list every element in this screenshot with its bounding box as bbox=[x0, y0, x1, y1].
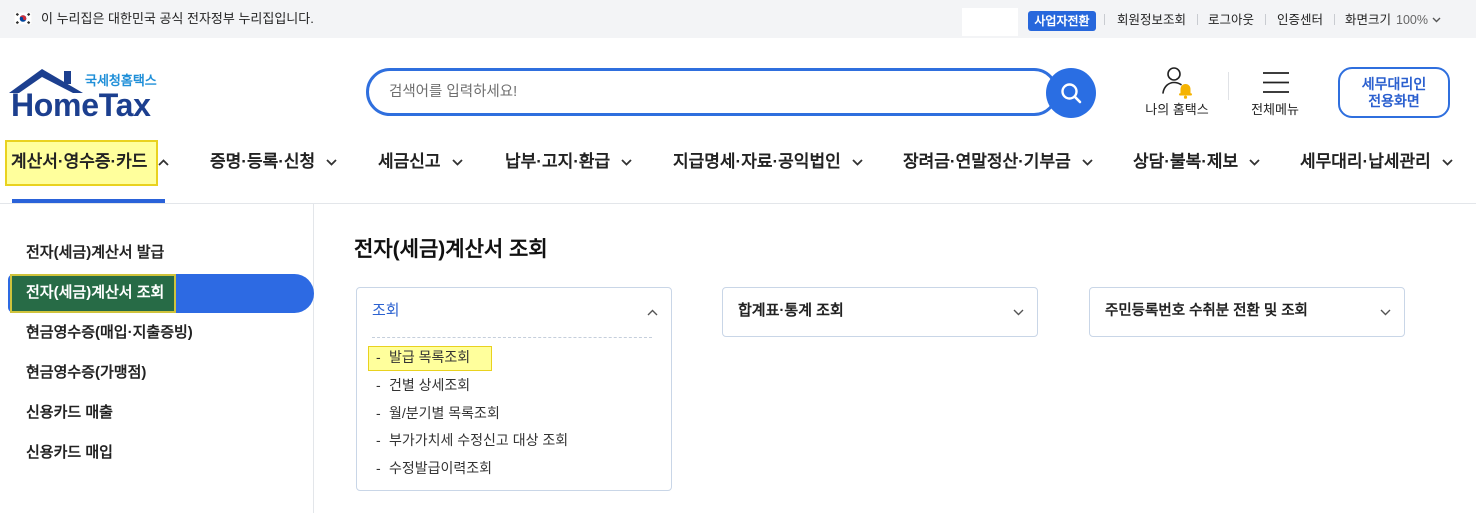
chevron-up-icon bbox=[158, 158, 170, 166]
sidebar-item-credit-card-sales[interactable]: 신용카드 매출 bbox=[0, 403, 313, 423]
sidebar-item-credit-card-purchase[interactable]: 신용카드 매입 bbox=[0, 443, 313, 463]
panel-title: 조회 bbox=[372, 302, 400, 319]
dashed-divider bbox=[372, 337, 652, 338]
hamburger-menu-icon bbox=[1263, 72, 1289, 93]
sidebar-item-cash-receipt-merchant[interactable]: 현금영수증(가맹점) bbox=[0, 363, 313, 383]
sidebar-item-label: 전자(세금)계산서 발급 bbox=[26, 244, 165, 261]
chevron-down-icon bbox=[1249, 158, 1260, 166]
chevron-down-icon bbox=[1442, 158, 1453, 166]
chevron-up-icon bbox=[647, 309, 658, 316]
page-title: 전자(세금)계산서 조회 bbox=[354, 238, 548, 261]
gnb-active-indicator bbox=[12, 199, 165, 203]
gnb-item-label: 장려금·연말정산·기부금 bbox=[903, 152, 1071, 171]
gnb-item-label: 지급명세·자료·공익법인 bbox=[673, 152, 841, 171]
list-item-monthly-quarterly[interactable]: 월/분기별 목록조회 bbox=[376, 404, 500, 422]
chevron-down-icon bbox=[451, 158, 463, 166]
search-button[interactable] bbox=[1046, 68, 1096, 118]
gnb-item-certificate[interactable]: 증명·등록·신청 bbox=[210, 151, 337, 173]
korea-flag-icon bbox=[14, 12, 32, 25]
my-hometax-button[interactable]: 나의 홈택스 bbox=[1140, 64, 1214, 120]
hometax-logo[interactable]: 국세청홈택스 HomeTax bbox=[9, 66, 161, 123]
agent-button-line1: 세무대리인 bbox=[1361, 75, 1427, 92]
logo-title: HomeTax bbox=[11, 87, 151, 123]
sidebar-item-etax-invoice-inquiry[interactable]: 전자(세금)계산서 조회 bbox=[0, 283, 313, 303]
gnb-item-label: 세무대리·납세관리 bbox=[1300, 152, 1431, 171]
chevron-down-icon bbox=[1432, 17, 1441, 23]
chevron-down-icon bbox=[852, 158, 863, 166]
panel-title: 주민등록번호 수취분 전환 및 조회 bbox=[1105, 303, 1308, 319]
resident-number-panel: 주민등록번호 수취분 전환 및 조회 bbox=[1089, 287, 1405, 337]
gnb-item-label: 납부·고지·환급 bbox=[505, 152, 611, 171]
business-switch-button[interactable]: 사업자전환 bbox=[1028, 11, 1096, 31]
inquiry-panel: 조회 발급 목록조회 건별 상세조회 월/분기별 목록조회 부가가치세 수정신고… bbox=[356, 287, 672, 491]
gnb-item-tax-agent[interactable]: 세무대리·납세관리 bbox=[1300, 151, 1453, 173]
divider bbox=[1197, 14, 1198, 25]
user-bell-icon bbox=[1162, 67, 1192, 99]
sidebar-item-label: 전자(세금)계산서 조회 bbox=[26, 284, 165, 301]
cert-center-link[interactable]: 인증센터 bbox=[1277, 12, 1323, 28]
panel-header-summary-stats[interactable]: 합계표·통계 조회 bbox=[723, 288, 1037, 336]
agent-button-line2: 전용화면 bbox=[1368, 92, 1420, 109]
member-info-link[interactable]: 회원정보조회 bbox=[1117, 12, 1186, 28]
gnb-item-label: 세금신고 bbox=[378, 152, 441, 171]
logout-link[interactable]: 로그아웃 bbox=[1208, 12, 1254, 28]
summary-stats-panel: 합계표·통계 조회 bbox=[722, 287, 1038, 337]
divider bbox=[1334, 14, 1335, 25]
sidebar-item-label: 현금영수증(가맹점) bbox=[26, 364, 147, 381]
gnb-item-invoice-receipt-card[interactable]: 계산서·영수증·카드 bbox=[11, 151, 170, 173]
tax-agent-screen-button[interactable]: 세무대리인 전용화면 bbox=[1338, 67, 1450, 118]
chevron-down-icon bbox=[1082, 158, 1093, 166]
screen-size-value: 100% bbox=[1396, 13, 1428, 27]
sidebar-border bbox=[313, 204, 314, 513]
all-menu-label: 전체메뉴 bbox=[1251, 102, 1299, 117]
divider bbox=[1104, 14, 1105, 25]
list-item-vat-amendment[interactable]: 부가가치세 수정신고 대상 조회 bbox=[376, 431, 568, 449]
gnb-item-incentive[interactable]: 장려금·연말정산·기부금 bbox=[903, 151, 1093, 173]
gov-notice-bar: 이 누리집은 대한민국 공식 전자정부 누리집입니다. 사업자전환 회원정보조회… bbox=[0, 0, 1476, 38]
gnb-item-label: 증명·등록·신청 bbox=[210, 152, 316, 171]
list-item-detail[interactable]: 건별 상세조회 bbox=[376, 376, 470, 394]
sidebar-item-etax-invoice-issue[interactable]: 전자(세금)계산서 발급 bbox=[0, 243, 313, 263]
sidebar-item-label: 현금영수증(매입·지출증빙) bbox=[26, 324, 193, 341]
gnb-item-tax-return[interactable]: 세금신고 bbox=[378, 151, 463, 173]
panel-header-resident-number[interactable]: 주민등록번호 수취분 전환 및 조회 bbox=[1090, 288, 1404, 336]
chevron-down-icon bbox=[1380, 309, 1391, 316]
divider bbox=[1228, 72, 1229, 100]
gnb-item-consultation[interactable]: 상담·불복·제보 bbox=[1133, 151, 1260, 173]
gnb-item-label: 계산서·영수증·카드 bbox=[11, 152, 148, 171]
sidebar-item-cash-receipt-purchase[interactable]: 현금영수증(매입·지출증빙) bbox=[0, 323, 313, 343]
search-icon bbox=[1061, 83, 1082, 104]
gnb-item-payment[interactable]: 납부·고지·환급 bbox=[505, 151, 632, 173]
blank-slot bbox=[962, 8, 1018, 36]
search-bar bbox=[366, 68, 1058, 116]
sidebar-item-label: 신용카드 매출 bbox=[26, 404, 113, 421]
my-hometax-label: 나의 홈택스 bbox=[1145, 102, 1209, 117]
divider bbox=[1265, 14, 1266, 25]
gnb-item-label: 상담·불복·제보 bbox=[1133, 152, 1239, 171]
panel-header-inquiry[interactable]: 조회 bbox=[357, 288, 671, 336]
list-item-issue-list[interactable]: 발급 목록조회 bbox=[376, 348, 470, 366]
gnb-item-payment-statement[interactable]: 지급명세·자료·공익법인 bbox=[673, 151, 863, 173]
hometax-page: 이 누리집은 대한민국 공식 전자정부 누리집입니다. 사업자전환 회원정보조회… bbox=[0, 0, 1476, 513]
gnb-bottom-border bbox=[0, 203, 1476, 204]
chevron-down-icon bbox=[326, 158, 337, 166]
chevron-down-icon bbox=[1013, 309, 1024, 316]
all-menu-button[interactable]: 전체메뉴 bbox=[1245, 64, 1305, 120]
panel-title: 합계표·통계 조회 bbox=[738, 302, 844, 319]
search-input[interactable] bbox=[389, 71, 1029, 113]
list-item-amendment-history[interactable]: 수정발급이력조회 bbox=[376, 459, 492, 477]
gov-notice-text: 이 누리집은 대한민국 공식 전자정부 누리집입니다. bbox=[41, 11, 314, 26]
logo-subtitle: 국세청홈택스 bbox=[85, 73, 157, 88]
screen-size-control[interactable]: 화면크기 100% bbox=[1345, 12, 1441, 28]
chevron-down-icon bbox=[621, 158, 632, 166]
sidebar-item-label: 신용카드 매입 bbox=[26, 444, 113, 461]
screen-size-label: 화면크기 bbox=[1345, 13, 1392, 27]
